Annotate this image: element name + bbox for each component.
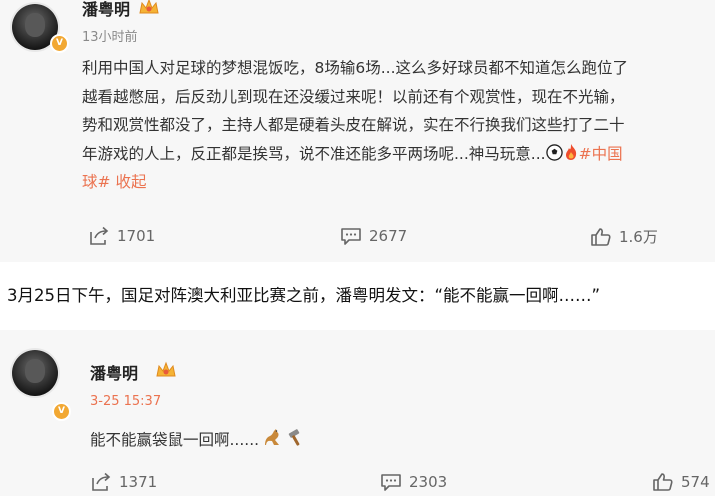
post-card: V 潘粤明 3-25 15:37 能不能赢袋鼠一回啊...... 1371 23…: [0, 330, 715, 496]
collapse-link[interactable]: 收起: [115, 173, 146, 191]
like-button[interactable]: 1.6万: [590, 226, 658, 247]
like-icon: [653, 473, 673, 491]
repost-icon: [90, 226, 109, 245]
topic-link-end[interactable]: 球#: [82, 173, 111, 191]
kangaroo-icon: [265, 429, 280, 445]
post-text: 利用中国人对足球的梦想混饭吃，8场输6场...这么多好球员都不知道怎么跑位了 越…: [82, 54, 628, 197]
post-card: V 潘粤明 13小时前 利用中国人对足球的梦想混饭吃，8场输6场...这么多好球…: [0, 0, 715, 262]
comment-icon: [341, 228, 361, 245]
post-text: 能不能赢袋鼠一回啊......: [90, 426, 305, 455]
comment-count: 2677: [369, 227, 408, 245]
verified-badge-icon: V: [50, 34, 69, 53]
repost-count: 1371: [119, 473, 158, 491]
post-text-line: 能不能赢袋鼠一回啊......: [90, 431, 260, 449]
comment-icon: [381, 474, 401, 491]
repost-icon: [92, 472, 111, 491]
like-count: 574: [681, 473, 710, 491]
comment-count: 2303: [409, 473, 448, 491]
fire-icon: [565, 143, 576, 160]
post-text-line: 越看越憋屈，后反劲儿到现在还没缓过来呢！以前还有个观赏性，现在不光输，: [82, 87, 625, 106]
repost-count: 1701: [117, 227, 156, 245]
avatar[interactable]: [12, 350, 58, 396]
username[interactable]: 潘粤明: [82, 0, 130, 20]
comment-button[interactable]: 2677: [340, 226, 407, 246]
post-text-line: 球# 收起: [82, 168, 628, 197]
comment-button[interactable]: 2303: [380, 472, 447, 492]
repost-button[interactable]: 1701: [88, 226, 155, 246]
post-text-line: 年游戏的人上，反正都是挨骂，说不准还能多平两场呢...神马玩意... #中国: [82, 140, 628, 169]
like-icon: [591, 227, 611, 246]
crown-badge-icon: [139, 0, 159, 14]
article-caption: 3月25日下午，国足对阵澳大利亚比赛之前，潘粤明发文：“能不能赢一回啊……”: [7, 286, 601, 305]
post-time[interactable]: 3-25 15:37: [90, 394, 161, 409]
topic-link[interactable]: #中国: [579, 145, 623, 163]
username[interactable]: 潘粤明: [90, 360, 138, 384]
post-text-line: 势和观赏性都没了，主持人都是硬着头皮在解说，实在不行换我们这些打了二十: [82, 116, 625, 134]
hammer-icon: [288, 429, 300, 446]
verified-badge-icon: V: [52, 402, 71, 421]
like-count: 1.6万: [619, 228, 658, 246]
post-time[interactable]: 13小时前: [82, 26, 138, 45]
crown-badge-icon: [156, 361, 176, 377]
post-text-line-end: 年游戏的人上，反正都是挨骂，说不准还能多平两场呢...神马玩意...: [82, 144, 546, 163]
soccer-ball-icon: [545, 143, 563, 161]
post-text-line: 利用中国人对足球的梦想混饭吃，8场输6场...这么多好球员都不知道怎么跑位了: [82, 59, 629, 77]
repost-button[interactable]: 1371: [90, 472, 157, 492]
like-button[interactable]: 574: [652, 472, 710, 492]
